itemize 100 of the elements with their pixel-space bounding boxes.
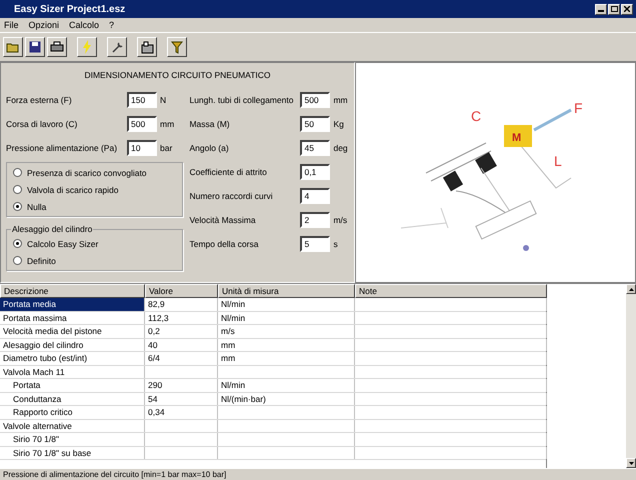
maximize-icon (610, 6, 618, 12)
toolbar-button[interactable] (107, 37, 127, 57)
radio-option[interactable]: Presenza di scarico convogliato (13, 167, 176, 178)
unit-label: deg (333, 143, 349, 153)
toolbar-button[interactable] (77, 37, 97, 57)
table-cell: mm (218, 338, 355, 351)
table-cell: Portata massima (0, 312, 145, 324)
table-cell: Conduttanza (0, 392, 145, 405)
column-header[interactable]: Unità di misura (218, 284, 355, 298)
table-cell: mm (218, 352, 355, 364)
printer-icon (50, 41, 64, 53)
unit-label: bar (160, 143, 174, 153)
table-cell: 6/4 (145, 352, 218, 364)
table-cell: Velocità media del pistone (0, 325, 145, 338)
table-cell: Nl/(min·bar) (218, 392, 355, 405)
radio-button[interactable] (13, 202, 22, 211)
radio-option[interactable]: Valvola di scarico rapido (13, 184, 176, 195)
field-label: Tempo della corsa (189, 239, 260, 249)
table-cell: 40 (145, 338, 218, 351)
unit-label: N (160, 95, 168, 105)
unit-label: s (333, 239, 339, 249)
column-header[interactable]: Descrizione (0, 284, 145, 298)
radio-button[interactable] (13, 168, 22, 177)
table-cell: Sirio 70 1/8" (0, 433, 145, 446)
folder-icon (6, 41, 20, 53)
menu-item[interactable]: Opzioni (28, 20, 60, 30)
table-cell: Nl/min (218, 298, 355, 310)
form-heading: DIMENSIONAMENTO CIRCUITO PNEUMATICO (83, 70, 272, 80)
radio-button[interactable] (13, 239, 22, 248)
wrench-icon (110, 40, 124, 54)
funnel-icon (171, 40, 183, 54)
down-arrow-icon (628, 462, 634, 464)
table-cell: Portata (0, 379, 145, 392)
table-cell: 112,3 (145, 312, 218, 324)
table-cell: Nl/min (218, 379, 355, 392)
close-icon (624, 6, 630, 12)
field-label: Massa (M) (189, 119, 231, 129)
table-cell: Valvole alternative (0, 420, 145, 432)
table-cell: 82,9 (145, 298, 218, 310)
mass-block-drawing: M (504, 125, 532, 147)
up-arrow-icon (628, 288, 634, 290)
input-field[interactable]: 10 (127, 140, 157, 156)
table-cell: Alesaggio del cilindro (0, 338, 145, 351)
toolbar-button[interactable] (167, 37, 187, 57)
field-label: Forza esterna (F) (6, 95, 73, 105)
radio-option[interactable]: Calcolo Easy Sizer (13, 238, 176, 249)
menu-item[interactable]: File (4, 20, 19, 30)
status-text: Pressione di alimentazione del circuito [min=1 bar max=10 bar] (0, 468, 636, 480)
unit-label: mm (333, 95, 349, 105)
input-field[interactable]: 4 (300, 188, 330, 204)
radio-option[interactable]: Definito (13, 255, 176, 266)
toolbar-button[interactable] (137, 37, 157, 57)
unit-label: Kg (333, 119, 345, 129)
radio-option[interactable]: Nulla (13, 201, 176, 212)
table-cell: Valvola Mach 11 (0, 366, 145, 378)
input-field[interactable]: 2 (300, 212, 330, 228)
input-field[interactable]: 500 (127, 116, 157, 132)
table-cell: Portata media (0, 298, 145, 310)
radio-button[interactable] (13, 256, 22, 265)
save-icon (29, 41, 41, 53)
toolbar-button[interactable] (47, 37, 67, 57)
dimension-label: L (554, 153, 562, 169)
table-cell: 0,2 (145, 325, 218, 338)
unit-label: m/s (333, 215, 348, 225)
window-title: Easy Sizer Project1.esz (14, 4, 126, 14)
toolbar-button[interactable] (25, 37, 45, 57)
menu-item[interactable]: ? (109, 20, 114, 30)
maximize-button[interactable] (608, 4, 620, 14)
unit-label: mm (160, 119, 176, 129)
field-label: Lungh. tubi di collegamento (189, 95, 294, 105)
column-header[interactable]: Note (355, 284, 547, 298)
field-label: Velocità Massima (189, 215, 257, 225)
dimension-label: C (471, 108, 482, 124)
table-cell: Nl/min (218, 312, 355, 324)
input-field[interactable]: 50 (300, 116, 330, 132)
input-field[interactable]: 45 (300, 140, 330, 156)
field-label: Numero raccordi curvi (189, 191, 274, 201)
input-field[interactable]: 500 (300, 92, 330, 108)
input-field[interactable]: 150 (127, 92, 157, 108)
minimize-button[interactable] (595, 4, 607, 14)
field-label: Pressione alimentazione (Pa) (6, 143, 118, 153)
scrollbar[interactable] (626, 284, 636, 468)
column-header[interactable]: Valore (145, 284, 218, 298)
toolbar-button[interactable] (3, 37, 23, 57)
close-button[interactable] (621, 4, 633, 14)
dimension-label: F (574, 100, 583, 116)
input-field[interactable]: 5 (300, 236, 330, 252)
lightning-icon (82, 40, 92, 54)
table-cell: 290 (145, 379, 218, 392)
radio-button[interactable] (13, 185, 22, 194)
group-title: Alesaggio del cilindro (11, 224, 94, 234)
input-field[interactable]: 0,1 (300, 164, 330, 180)
table-cell: 54 (145, 392, 218, 405)
field-label: Coefficiente di attrito (189, 167, 268, 177)
table-cell: m/s (218, 325, 355, 338)
table-cell: Sirio 70 1/8" su base (0, 446, 145, 459)
table-cell: 0,34 (145, 406, 218, 418)
field-label: Corsa di lavoro (C) (6, 119, 78, 129)
menu-item[interactable]: Calcolo (69, 20, 100, 30)
table-cell: Diametro tubo (est/int) (0, 352, 145, 364)
